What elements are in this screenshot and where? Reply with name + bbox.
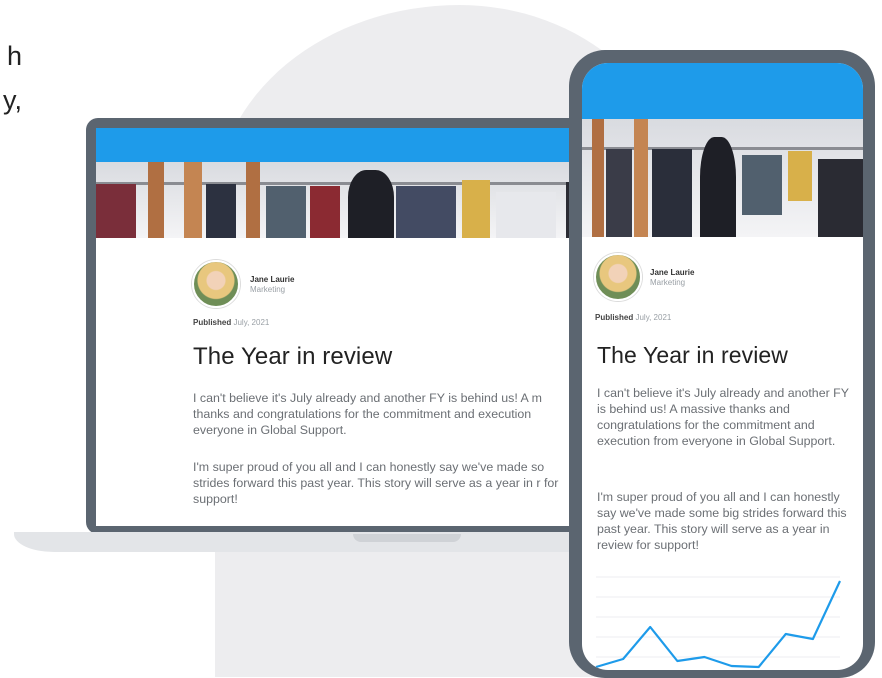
laptop-base xyxy=(14,532,614,552)
phone-published-line: Published July, 2021 xyxy=(595,313,671,322)
side-text-line-1: h xyxy=(0,34,22,78)
line-chart xyxy=(582,563,863,670)
published-date: July, 2021 xyxy=(233,318,269,327)
phone-header-bar xyxy=(582,63,863,119)
phone-screen: Jane Laurie Marketing Published July, 20… xyxy=(582,63,863,670)
article-paragraph-1: I can't believe it's July already and an… xyxy=(193,390,573,440)
author-role: Marketing xyxy=(250,285,294,294)
side-text-line-2: y, xyxy=(0,78,22,122)
phone-article-title: The Year in review xyxy=(597,342,788,369)
published-line: Published July, 2021 xyxy=(193,318,269,327)
chart-series-line xyxy=(596,581,840,667)
article-title: The Year in review xyxy=(193,343,392,371)
phone-author-avatar xyxy=(594,253,642,301)
laptop-store-banner-image xyxy=(96,162,620,238)
laptop-notch xyxy=(353,534,461,542)
article-paragraph-2: I'm super proud of you all and I can hon… xyxy=(193,459,573,509)
phone-author-block: Jane Laurie Marketing xyxy=(594,253,694,301)
author-avatar xyxy=(192,260,240,308)
phone-author-role: Marketing xyxy=(650,278,694,287)
laptop-screen: Jane Laurie Marketing Published July, 20… xyxy=(96,128,620,526)
phone-article-paragraph-1: I can't believe it's July already and an… xyxy=(597,385,859,449)
phone-published-label: Published xyxy=(595,313,633,322)
author-block: Jane Laurie Marketing xyxy=(192,260,294,308)
cropped-side-text: h y, xyxy=(0,34,22,122)
author-name: Jane Laurie xyxy=(250,275,294,284)
published-label: Published xyxy=(193,318,231,327)
laptop-header-bar xyxy=(96,128,620,162)
phone-store-banner-image xyxy=(582,119,863,237)
phone-published-date: July, 2021 xyxy=(635,313,671,322)
phone-article-paragraph-2: I'm super proud of you all and I can hon… xyxy=(597,489,859,553)
phone-author-name: Jane Laurie xyxy=(650,268,694,277)
